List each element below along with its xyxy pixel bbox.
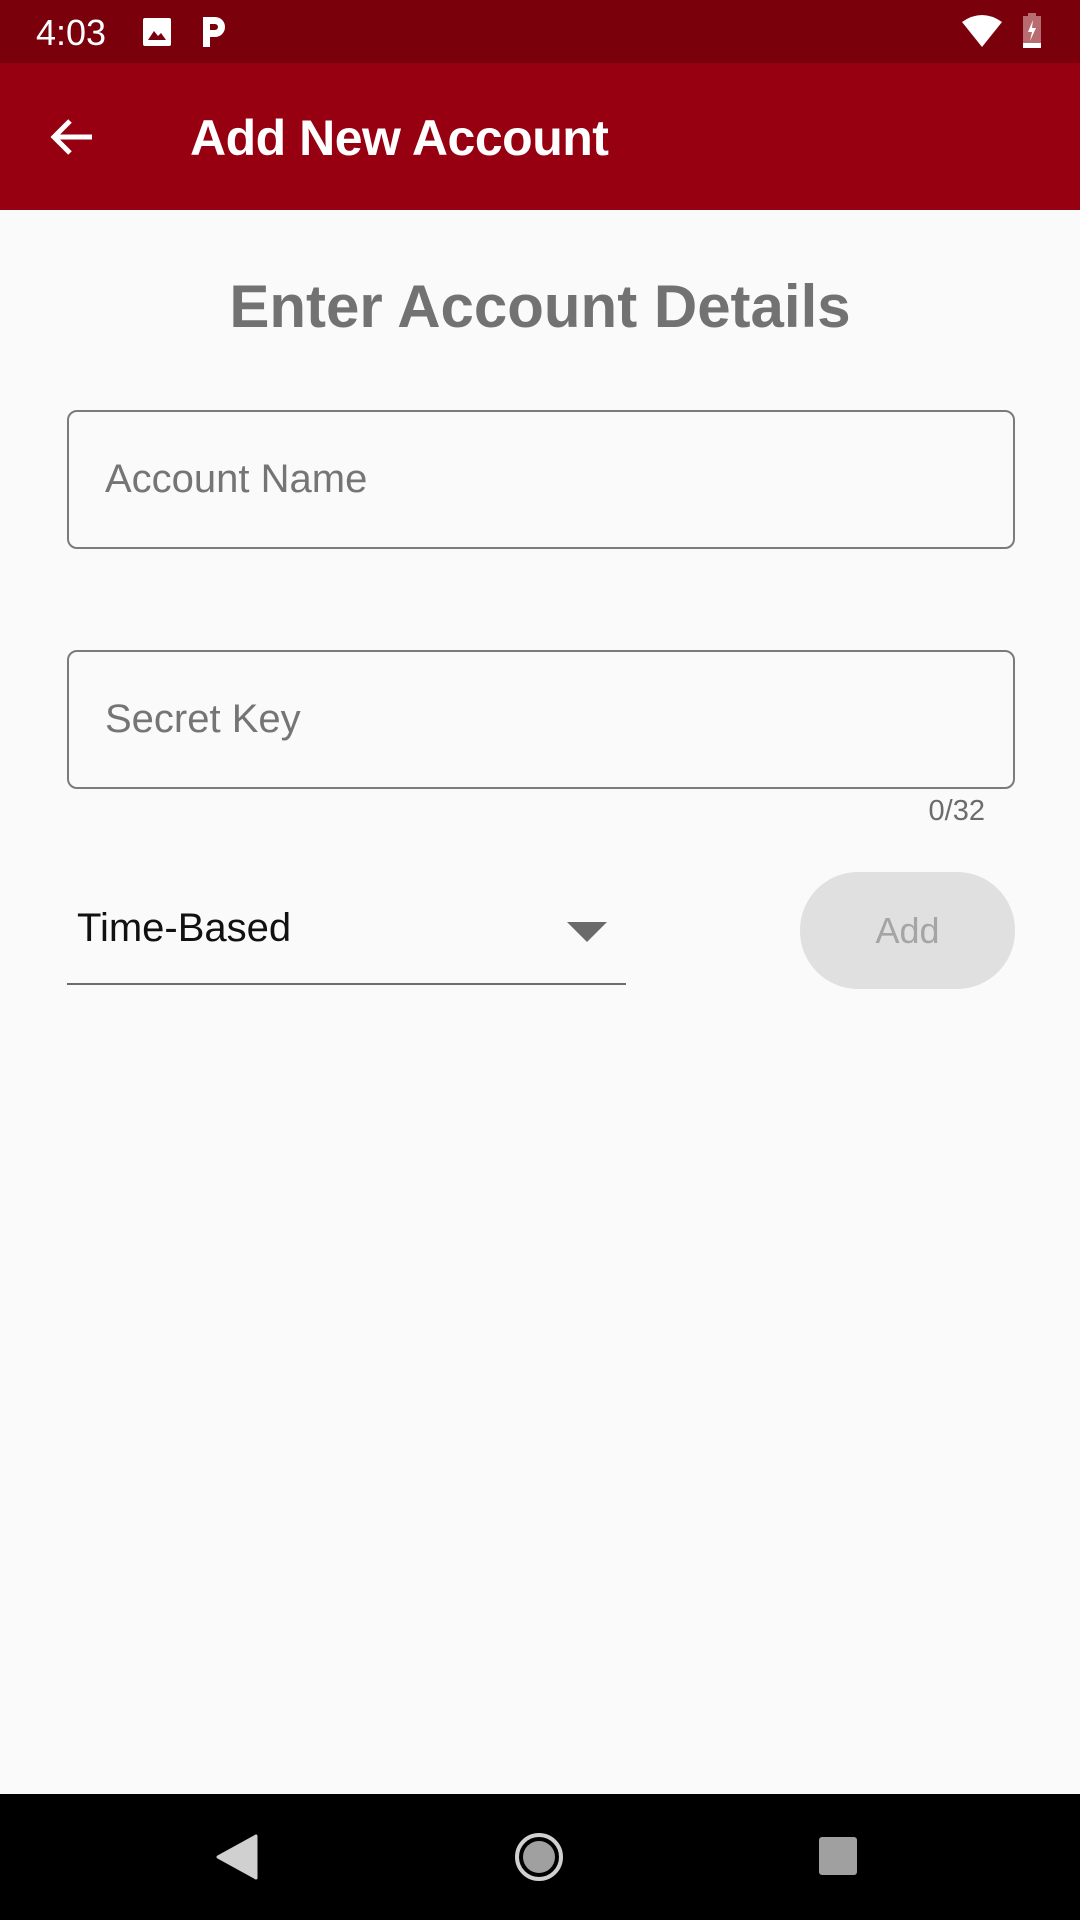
- page-title: Add New Account: [190, 110, 609, 166]
- status-bar: 4:03: [0, 0, 1080, 63]
- navigation-bar: [0, 1794, 1080, 1920]
- secret-key-field[interactable]: [67, 650, 1015, 789]
- form-heading: Enter Account Details: [229, 273, 851, 340]
- recents-square-icon[interactable]: [818, 1836, 858, 1876]
- arrow-left-icon[interactable]: [44, 109, 100, 165]
- add-button[interactable]: Add: [800, 872, 1015, 989]
- parking-icon: [203, 17, 225, 47]
- battery-charging-icon: [1023, 13, 1041, 48]
- status-time: 4:03: [36, 12, 107, 53]
- secret-key-input[interactable]: [105, 652, 975, 787]
- wifi-icon: [962, 15, 1002, 47]
- account-name-input[interactable]: [105, 412, 975, 547]
- type-dropdown[interactable]: Time-Based: [67, 870, 626, 985]
- back-triangle-icon[interactable]: [216, 1834, 260, 1880]
- secret-key-counter: 0/32: [928, 795, 985, 827]
- home-circle-icon[interactable]: [514, 1832, 564, 1882]
- image-icon: [143, 18, 171, 46]
- dropdown-arrow-icon: [567, 922, 607, 942]
- app-bar: Add New Account: [0, 63, 1080, 210]
- type-dropdown-value: Time-Based: [77, 906, 292, 950]
- account-name-field[interactable]: [67, 410, 1015, 549]
